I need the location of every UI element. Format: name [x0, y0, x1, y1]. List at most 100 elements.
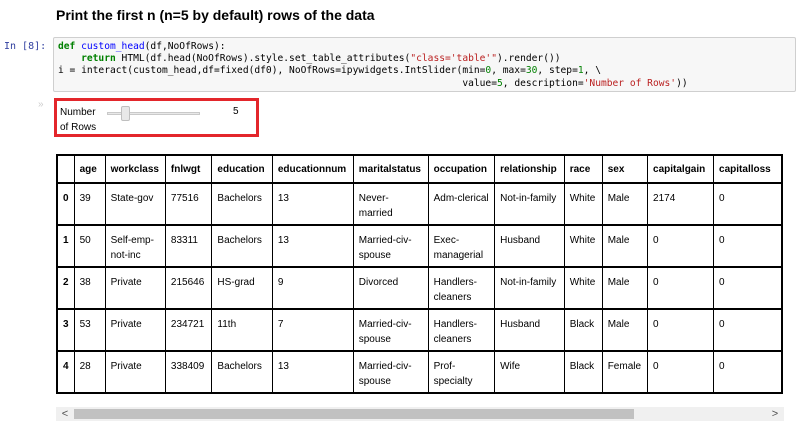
- column-header: [56, 154, 75, 184]
- table-cell: 83311: [164, 224, 213, 268]
- table-cell: Handlers-cleaners: [427, 266, 496, 310]
- table-cell: 13: [271, 182, 354, 226]
- column-header: race: [563, 154, 603, 184]
- table-cell: 0: [647, 350, 715, 394]
- table-cell: 2174: [647, 182, 715, 226]
- column-header: workclass: [104, 154, 166, 184]
- table-cell: Female: [601, 350, 649, 394]
- column-header: sex: [601, 154, 649, 184]
- row-index: 0: [56, 182, 75, 226]
- slider-handle[interactable]: [121, 106, 130, 121]
- table-cell: 0: [647, 224, 715, 268]
- column-header: fnlwgt: [164, 154, 213, 184]
- slider-description-line: of Rows: [60, 122, 97, 133]
- table-row: 4 28 Private 338409 Bachelors 13 Married-civ-s…: [56, 350, 783, 394]
- dataframe-table-container: age workclass fnlwgt education educationnum m…: [56, 154, 783, 394]
- table-cell: White: [563, 224, 603, 268]
- scroll-right-icon[interactable]: >: [768, 407, 782, 421]
- table-cell: 50: [73, 224, 106, 268]
- table-cell: 215646: [164, 266, 213, 310]
- table-cell: 0: [647, 266, 715, 310]
- table-cell: Adm-clerical: [427, 182, 496, 226]
- table-cell: Husband: [494, 224, 565, 268]
- table-cell: 0: [647, 308, 715, 352]
- table-cell: Prof-specialty: [427, 350, 496, 394]
- code-line: return HTML(df.head(NoOfRows).style.set_…: [81, 53, 561, 65]
- table-cell: White: [563, 182, 603, 226]
- table-cell: 0: [713, 266, 783, 310]
- column-header: relationship: [494, 154, 565, 184]
- table-cell: 53: [73, 308, 106, 352]
- column-header: capitalloss: [713, 154, 783, 184]
- table-cell: Not-in-family: [494, 182, 565, 226]
- dataframe-table: age workclass fnlwgt education educationnum m…: [56, 154, 783, 394]
- table-cell: Black: [563, 308, 603, 352]
- output-collapse-icon[interactable]: »: [38, 99, 44, 110]
- table-cell: Not-in-family: [494, 266, 565, 310]
- table-cell: 338409: [164, 350, 213, 394]
- table-cell: 0: [713, 182, 783, 226]
- table-cell: Exec-managerial: [427, 224, 496, 268]
- table-cell: 9: [271, 266, 354, 310]
- horizontal-scrollbar[interactable]: < >: [56, 407, 784, 421]
- table-cell: Bachelors: [211, 350, 273, 394]
- table-cell: State-gov: [104, 182, 166, 226]
- table-cell: Private: [104, 350, 166, 394]
- table-cell: 234721: [164, 308, 213, 352]
- column-header: capitalgain: [647, 154, 715, 184]
- scroll-left-icon[interactable]: <: [58, 407, 72, 421]
- table-cell: 0: [713, 224, 783, 268]
- slider-description-line: Number: [60, 107, 96, 118]
- table-cell: 38: [73, 266, 106, 310]
- table-cell: Male: [601, 308, 649, 352]
- table-cell: 0: [713, 350, 783, 394]
- table-cell: HS-grad: [211, 266, 273, 310]
- table-cell: Male: [601, 266, 649, 310]
- code-cell[interactable]: def custom_head(df,NoOfRows): return HTM…: [53, 37, 796, 92]
- column-header: occupation: [427, 154, 496, 184]
- table-cell: White: [563, 266, 603, 310]
- table-cell: Handlers-cleaners: [427, 308, 496, 352]
- table-row: 3 53 Private 234721 11th 7 Married-civ-spouse H…: [56, 308, 783, 352]
- table-cell: 0: [713, 308, 783, 352]
- row-index: 4: [56, 350, 75, 394]
- table-cell: Wife: [494, 350, 565, 394]
- table-cell: Husband: [494, 308, 565, 352]
- table-cell: Male: [601, 182, 649, 226]
- slider-value: 5: [233, 106, 239, 117]
- table-cell: Married-civ-spouse: [352, 224, 429, 268]
- row-index: 1: [56, 224, 75, 268]
- table-cell: 13: [271, 224, 354, 268]
- table-cell: Self-emp-not-inc: [104, 224, 166, 268]
- column-header: educationnum: [271, 154, 354, 184]
- table-cell: Private: [104, 266, 166, 310]
- cell-prompt: In [8]:: [4, 41, 47, 52]
- table-cell: Bachelors: [211, 182, 273, 226]
- table-cell: Bachelors: [211, 224, 273, 268]
- table-cell: Divorced: [352, 266, 429, 310]
- table-body: 0 39 State-gov 77516 Bachelors 13 Never-marrie…: [56, 182, 783, 394]
- code-line: value=5, description='Number of Rows')): [58, 77, 688, 89]
- table-cell: 28: [73, 350, 106, 394]
- column-header: maritalstatus: [352, 154, 429, 184]
- table-row: 0 39 State-gov 77516 Bachelors 13 Never-marrie…: [56, 182, 783, 226]
- table-cell: 77516: [164, 182, 213, 226]
- column-header: education: [211, 154, 273, 184]
- table-cell: 7: [271, 308, 354, 352]
- table-cell: Married-civ-spouse: [352, 308, 429, 352]
- column-header: age: [73, 154, 106, 184]
- row-index: 2: [56, 266, 75, 310]
- table-cell: Male: [601, 224, 649, 268]
- row-index: 3: [56, 308, 75, 352]
- table-row: 1 50 Self-emp-not-inc 83311 Bachelors 13 Marri…: [56, 224, 783, 268]
- table-cell: 11th: [211, 308, 273, 352]
- table-cell: Never-married: [352, 182, 429, 226]
- slider-description: Number of Rows: [60, 105, 105, 135]
- table-cell: 39: [73, 182, 106, 226]
- code-line: def custom_head(df,NoOfRows):: [58, 41, 226, 52]
- table-header-row: age workclass fnlwgt education educationnum m…: [56, 154, 783, 184]
- table-cell: Private: [104, 308, 166, 352]
- scrollbar-thumb[interactable]: [74, 409, 634, 419]
- table-cell: Black: [563, 350, 603, 394]
- table-cell: 13: [271, 350, 354, 394]
